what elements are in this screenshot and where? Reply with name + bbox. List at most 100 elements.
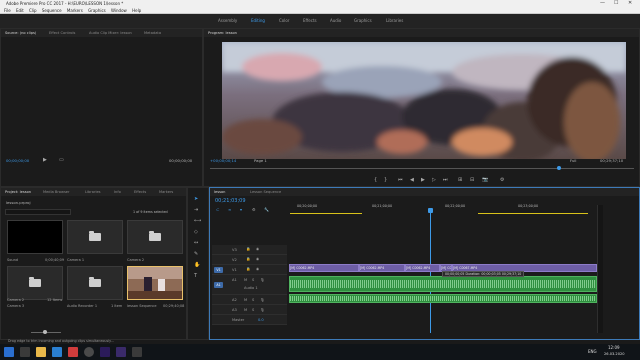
- maximize-button[interactable]: ☐: [614, 0, 618, 7]
- mute-button[interactable]: M: [244, 308, 247, 312]
- task-view-icon[interactable]: [20, 347, 30, 357]
- mic-icon[interactable]: 🎙: [260, 298, 265, 302]
- solo-button[interactable]: S: [252, 298, 254, 302]
- menu-graphics[interactable]: Graphics: [88, 7, 106, 14]
- track-header-a2[interactable]: A2 M S 🎙: [212, 295, 287, 305]
- overwrite-icon[interactable]: ⊟: [470, 177, 474, 183]
- menu-window[interactable]: Window: [111, 7, 127, 14]
- mute-button[interactable]: M: [244, 278, 247, 282]
- solo-button[interactable]: S: [252, 308, 254, 312]
- menu-edit[interactable]: Edit: [16, 7, 24, 14]
- tab-metadata[interactable]: Metadata: [144, 29, 161, 37]
- source-play-icon[interactable]: ▶: [43, 157, 47, 163]
- file-explorer-icon[interactable]: [36, 347, 46, 357]
- source-timecode-left[interactable]: 00;00;00;00: [6, 158, 29, 163]
- razor-icon[interactable]: ◇: [194, 229, 198, 235]
- menu-markers[interactable]: Markers: [67, 7, 83, 14]
- captions-icon[interactable]: 🔧: [264, 207, 269, 212]
- timeline-settings-icon[interactable]: ⚙: [252, 207, 256, 212]
- video-clip[interactable]: [M] C0062.MP4: [405, 264, 440, 272]
- tab-lesson[interactable]: lesson: [214, 188, 225, 196]
- project-item-camera-2b[interactable]: [67, 266, 123, 300]
- workspace-graphics[interactable]: Graphics: [354, 18, 372, 23]
- workspace-color[interactable]: Color: [279, 18, 289, 23]
- menu-help[interactable]: Help: [132, 7, 141, 14]
- track-header-v1[interactable]: V1 V1 🔒 ◉: [212, 265, 287, 275]
- snap-icon[interactable]: ⊂: [216, 207, 219, 212]
- tab-audio-clip-mixer[interactable]: Audio Clip Mixer: lesson: [89, 29, 132, 37]
- solo-button[interactable]: S: [252, 278, 254, 282]
- fit-selector[interactable]: Full: [570, 158, 577, 163]
- mark-out-icon[interactable]: }: [384, 177, 387, 183]
- eye-icon[interactable]: ◉: [256, 267, 259, 271]
- menu-clip[interactable]: Clip: [29, 7, 37, 14]
- selection-tool-icon[interactable]: ➤: [194, 196, 198, 202]
- program-timecode[interactable]: +00;00;00;14: [210, 158, 236, 163]
- program-playhead[interactable]: [557, 166, 561, 170]
- zoom-slider-handle[interactable]: [43, 330, 47, 334]
- insert-icon[interactable]: ⊞: [458, 177, 462, 183]
- browser-icon[interactable]: [68, 347, 78, 357]
- text-tool-icon[interactable]: T: [194, 273, 197, 279]
- hand-icon[interactable]: ✋: [194, 262, 200, 268]
- export-frame-icon[interactable]: 📷: [482, 177, 488, 183]
- minimize-button[interactable]: —: [600, 0, 605, 7]
- linked-selection-icon[interactable]: ∞: [228, 207, 231, 212]
- pen-icon[interactable]: ✎: [194, 251, 198, 257]
- tab-source[interactable]: Source: (no clips): [5, 29, 36, 37]
- project-item-camera-1[interactable]: [67, 220, 123, 254]
- track-header-v2[interactable]: V2 🔒 ◉: [212, 255, 287, 265]
- slip-icon[interactable]: ↔: [194, 240, 198, 246]
- lock-icon[interactable]: 🔒: [246, 247, 250, 251]
- start-icon[interactable]: [4, 347, 14, 357]
- project-item-camera-3[interactable]: [7, 266, 63, 300]
- add-marker-icon[interactable]: ▾: [240, 207, 242, 212]
- eye-icon[interactable]: ◉: [256, 247, 259, 251]
- project-item-camera-2[interactable]: [127, 220, 183, 254]
- tab-effect-controls[interactable]: Effect Controls: [49, 29, 75, 37]
- master-volume[interactable]: 0.0: [258, 318, 264, 322]
- mute-button[interactable]: M: [244, 298, 247, 302]
- app-icon[interactable]: [84, 347, 94, 357]
- lock-icon[interactable]: 🔒: [246, 257, 250, 261]
- video-clip[interactable]: [M] C0062.MP4: [359, 264, 405, 272]
- source-mark-icon[interactable]: ▭: [59, 157, 64, 163]
- after-effects-icon[interactable]: [116, 347, 126, 357]
- language-indicator[interactable]: ENG: [588, 349, 597, 354]
- menu-file[interactable]: File: [4, 7, 11, 14]
- video-clip[interactable]: [M] C0062.MP4: [289, 264, 359, 272]
- track-header-a1[interactable]: A1 A1 M S 🎙 Audio 1: [212, 275, 287, 295]
- mic-icon[interactable]: 🎙: [260, 308, 265, 312]
- project-item-sound[interactable]: [7, 220, 63, 254]
- tab-info[interactable]: Info: [114, 188, 121, 196]
- timeline-timecode[interactable]: 00;21;03;09: [215, 198, 246, 204]
- frame-back-icon[interactable]: ◀: [410, 177, 414, 183]
- source-patch-a1[interactable]: A1: [214, 282, 223, 288]
- step-back-icon[interactable]: ⏮: [398, 177, 403, 183]
- ripple-edit-icon[interactable]: ⟷: [194, 218, 201, 224]
- tab-program[interactable]: Program: lesson: [208, 29, 237, 37]
- menu-sequence[interactable]: Sequence: [42, 7, 62, 14]
- workspace-assembly[interactable]: Assembly: [218, 18, 237, 23]
- workspace-audio[interactable]: Audio: [330, 18, 341, 23]
- store-icon[interactable]: [52, 347, 62, 357]
- workspace-editing[interactable]: Editing: [251, 18, 265, 23]
- tab-media-browser[interactable]: Media Browser: [43, 188, 70, 196]
- tab-effects[interactable]: Effects: [134, 188, 146, 196]
- mic-icon[interactable]: 🎙: [260, 278, 265, 282]
- settings-icon[interactable]: ⚙: [500, 177, 504, 183]
- premiere-icon[interactable]: [100, 347, 110, 357]
- project-search-input[interactable]: [5, 209, 71, 215]
- timeline-playhead-line[interactable]: [430, 213, 431, 333]
- track-header-a3[interactable]: A3 M S 🎙: [212, 305, 287, 315]
- frame-forward-icon[interactable]: ▷: [432, 177, 436, 183]
- workspace-libraries[interactable]: Libraries: [386, 18, 403, 23]
- audio-clip-a2[interactable]: [289, 294, 597, 303]
- play-icon[interactable]: ▶: [421, 177, 425, 183]
- track-header-v3[interactable]: V3 🔒 ◉: [212, 245, 287, 255]
- lock-icon[interactable]: 🔒: [246, 267, 250, 271]
- program-scrubber[interactable]: [210, 168, 634, 169]
- tab-markers[interactable]: Markers: [159, 188, 173, 196]
- tab-project[interactable]: Project: lesson: [5, 188, 31, 196]
- close-button[interactable]: ✕: [628, 0, 632, 7]
